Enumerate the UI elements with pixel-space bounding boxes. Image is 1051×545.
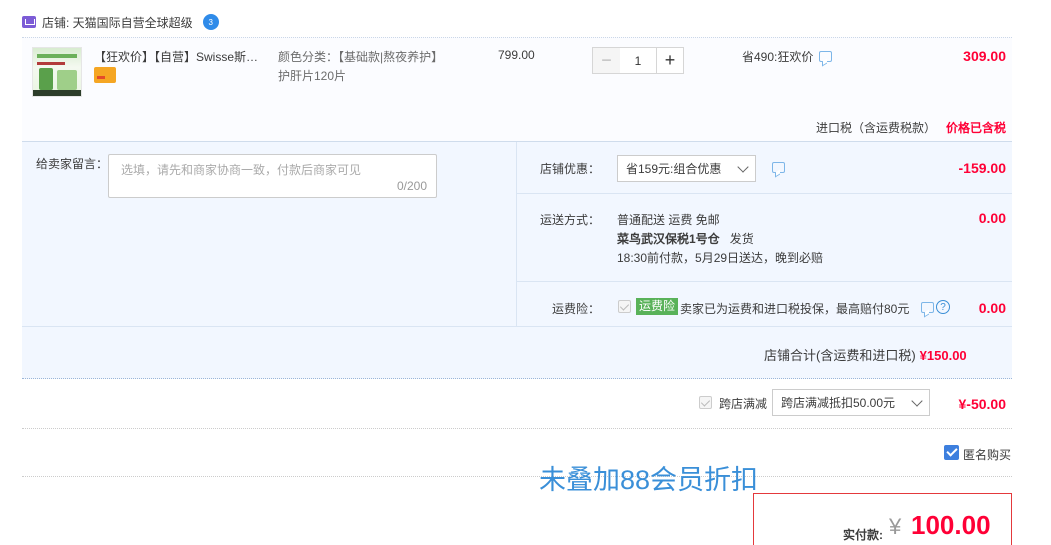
- discount-info-icon[interactable]: [819, 51, 833, 62]
- divider: [517, 193, 1012, 194]
- cross-store-amount: ¥-50.00: [958, 396, 1006, 412]
- unit-price: 799.00: [498, 48, 535, 62]
- product-thumbnail[interactable]: [32, 47, 82, 97]
- sku-info: 颜色分类：【基础款|熬夜养护】 护肝片120片: [278, 48, 443, 86]
- seller-message-input[interactable]: 选填，请先和商家协商一致，付款后商家可见 0/200: [108, 154, 437, 198]
- quantity-input[interactable]: 1: [620, 47, 656, 74]
- item-total-price: 309.00: [963, 48, 1006, 64]
- divider: [22, 428, 1012, 429]
- wangwang-chat-icon[interactable]: 3: [202, 14, 219, 30]
- item-discount-text: 省490:狂欢价: [742, 50, 814, 64]
- insurance-amount: 0.00: [978, 300, 1006, 316]
- insurance-text: 卖家已为运费和进口税投保，最高赔付80元: [680, 302, 910, 316]
- tmall-store-icon: [22, 16, 36, 28]
- cross-store-select[interactable]: 跨店满减抵扣50.00元: [772, 389, 930, 416]
- seller-message-counter: 0/200: [396, 179, 427, 193]
- anonymous-label[interactable]: 匿名购买: [963, 446, 1011, 463]
- store-total-amount: ¥150.00: [919, 348, 967, 363]
- shop-discount-info-icon[interactable]: [772, 162, 785, 173]
- seller-message-placeholder: 选填，请先和商家协商一致，付款后商家可见: [121, 163, 362, 177]
- sku-spec-line: 护肝片120片: [278, 69, 347, 83]
- shipping-warehouse-line: 菜鸟武汉保税1号仓 发货: [617, 230, 823, 249]
- shipping-eta: 18:30前付款，5月29日送达，晚到必赔: [617, 251, 824, 265]
- divider: [22, 476, 1012, 477]
- quantity-increase-button[interactable]: +: [656, 47, 684, 74]
- insurance-checkbox[interactable]: [618, 300, 631, 313]
- divider: [517, 281, 1012, 282]
- cross-store-label: 跨店满减: [719, 397, 768, 411]
- anonymous-checkbox[interactable]: [944, 445, 959, 460]
- store-total: 店铺合计(含运费和进口税) ¥150.00: [764, 345, 967, 364]
- insurance-badge: 运费险: [636, 298, 679, 315]
- shipping-label: 运送方式：: [540, 213, 601, 227]
- shipping-method: 普通配送 运费 免邮: [617, 213, 720, 227]
- divider: [22, 326, 1012, 327]
- item-discount: 省490:狂欢价: [742, 48, 833, 65]
- payment-currency: ¥: [889, 514, 902, 539]
- product-title-link[interactable]: 【狂欢价】【自营】Swisse斯…: [94, 48, 269, 65]
- insurance-label: 运费险：: [552, 302, 601, 316]
- cross-store-selected: 跨店满减抵扣50.00元: [781, 396, 896, 410]
- store-header: 店铺: 天猫国际自营全球超级 3: [22, 10, 219, 34]
- shipping-flag: 发货: [729, 232, 754, 246]
- quantity-decrease-button[interactable]: −: [592, 47, 620, 74]
- shop-discount-selected: 省159元:组合优惠: [626, 162, 722, 176]
- import-tax-label: 进口税（含运费税款）: [816, 121, 937, 135]
- seller-message-label: 给卖家留言：: [36, 157, 109, 171]
- shipping-warehouse: 菜鸟武汉保税1号仓: [617, 232, 720, 246]
- sku-color-line: 颜色分类：【基础款|熬夜养护】: [278, 50, 444, 64]
- quantity-stepper: − 1 +: [592, 47, 684, 74]
- store-total-label: 店铺合计(含运费和进口税): [764, 348, 916, 363]
- cross-store-checkbox[interactable]: [699, 396, 712, 409]
- credit-card-icon: [94, 67, 116, 83]
- shipping-details: 普通配送 运费 免邮 菜鸟武汉保税1号仓 发货 18:30前付款，5月29日送达…: [617, 211, 823, 268]
- shop-discount-label: 店铺优惠：: [540, 162, 601, 176]
- payment-label: 实付款:: [843, 528, 883, 542]
- store-name[interactable]: 店铺: 天猫国际自营全球超级: [42, 14, 193, 31]
- shop-discount-amount: -159.00: [958, 160, 1006, 176]
- divider: [516, 142, 517, 326]
- chevron-down-icon: [737, 161, 749, 173]
- shop-discount-select[interactable]: 省159元:组合优惠: [617, 155, 756, 182]
- member-discount-note: 未叠加88会员折扣: [539, 465, 759, 495]
- shipping-amount: 0.00: [978, 210, 1006, 226]
- payment-amount: 100.00: [911, 510, 991, 540]
- tax-included-status: 价格已含税: [946, 121, 1007, 135]
